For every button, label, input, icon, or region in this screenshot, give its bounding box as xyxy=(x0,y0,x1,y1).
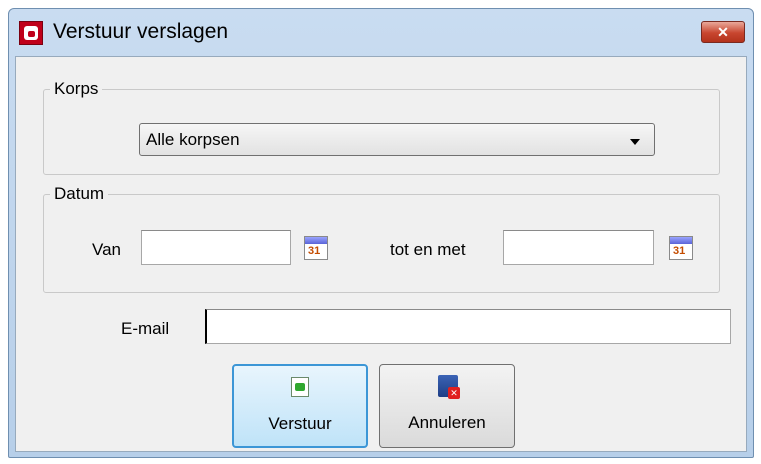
window-title: Verstuur verslagen xyxy=(53,20,229,43)
korps-group: Korps Alle korpsen xyxy=(43,79,720,175)
email-label: E-mail xyxy=(121,319,170,338)
korps-group-title: Korps xyxy=(50,79,103,99)
send-button[interactable]: Verstuur xyxy=(232,364,368,448)
email-input[interactable] xyxy=(205,309,731,344)
close-button[interactable]: ✕ xyxy=(701,21,745,43)
van-label: Van xyxy=(92,240,121,259)
cancel-button-label: Annuleren xyxy=(408,413,486,432)
tot-date-input[interactable] xyxy=(503,230,654,265)
app-logo-icon xyxy=(19,21,43,45)
cancel-icon xyxy=(438,375,460,399)
korps-select-value: Alle korpsen xyxy=(146,130,240,149)
calendar-icon[interactable]: 31 xyxy=(304,236,328,260)
send-report-icon xyxy=(291,377,309,397)
korps-select[interactable]: Alle korpsen xyxy=(139,123,655,156)
chevron-down-icon xyxy=(630,139,640,145)
calendar-icon[interactable]: 31 xyxy=(669,236,693,260)
dialog-content: Korps Alle korpsen Datum Van 31 tot en m… xyxy=(15,56,747,452)
datum-group: Datum Van 31 tot en met 31 xyxy=(43,184,720,293)
close-icon: ✕ xyxy=(717,23,729,40)
datum-group-title: Datum xyxy=(50,184,109,204)
van-date-input[interactable] xyxy=(141,230,291,265)
dialog-window: Verstuur verslagen ✕ Korps Alle korpsen … xyxy=(8,8,754,458)
tot-en-met-label: tot en met xyxy=(390,240,466,259)
cancel-button[interactable]: Annuleren xyxy=(379,364,515,448)
send-button-label: Verstuur xyxy=(268,414,332,433)
title-bar[interactable]: Verstuur verslagen ✕ xyxy=(9,9,753,57)
